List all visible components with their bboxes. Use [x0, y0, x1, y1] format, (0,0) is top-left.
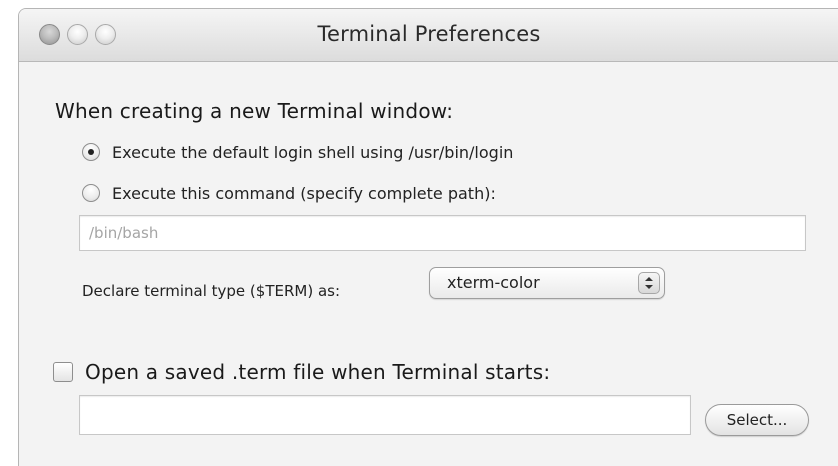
radio-selected-icon[interactable] — [82, 143, 100, 161]
select-file-button[interactable]: Select... — [705, 404, 809, 436]
term-type-value: xterm-color — [447, 273, 540, 292]
radio-default-login-shell[interactable]: Execute the default login shell using /u… — [82, 140, 513, 164]
popup-stepper-icon — [638, 272, 660, 294]
open-saved-term-checkbox[interactable]: Open a saved .term file when Terminal st… — [53, 359, 550, 385]
open-saved-term-label: Open a saved .term file when Terminal st… — [85, 360, 551, 384]
title-bar[interactable]: Terminal Preferences — [19, 9, 838, 62]
window-title: Terminal Preferences — [317, 22, 541, 46]
radio-unselected-icon[interactable] — [82, 184, 100, 202]
radio-execute-command-label: Execute this command (specify complete p… — [112, 183, 496, 203]
radio-default-login-shell-label: Execute the default login shell using /u… — [112, 142, 514, 162]
saved-term-path-field[interactable] — [79, 395, 691, 435]
radio-execute-command[interactable]: Execute this command (specify complete p… — [82, 181, 496, 205]
term-type-popup[interactable]: xterm-color — [429, 267, 665, 299]
term-type-label: Declare terminal type ($TERM) as: — [82, 282, 341, 300]
command-path-field[interactable]: /bin/bash — [79, 215, 806, 251]
checkbox-unchecked-icon[interactable] — [53, 362, 73, 382]
new-window-section-heading: When creating a new Terminal window: — [55, 99, 454, 123]
preferences-window: Terminal Preferences When creating a new… — [18, 8, 838, 466]
